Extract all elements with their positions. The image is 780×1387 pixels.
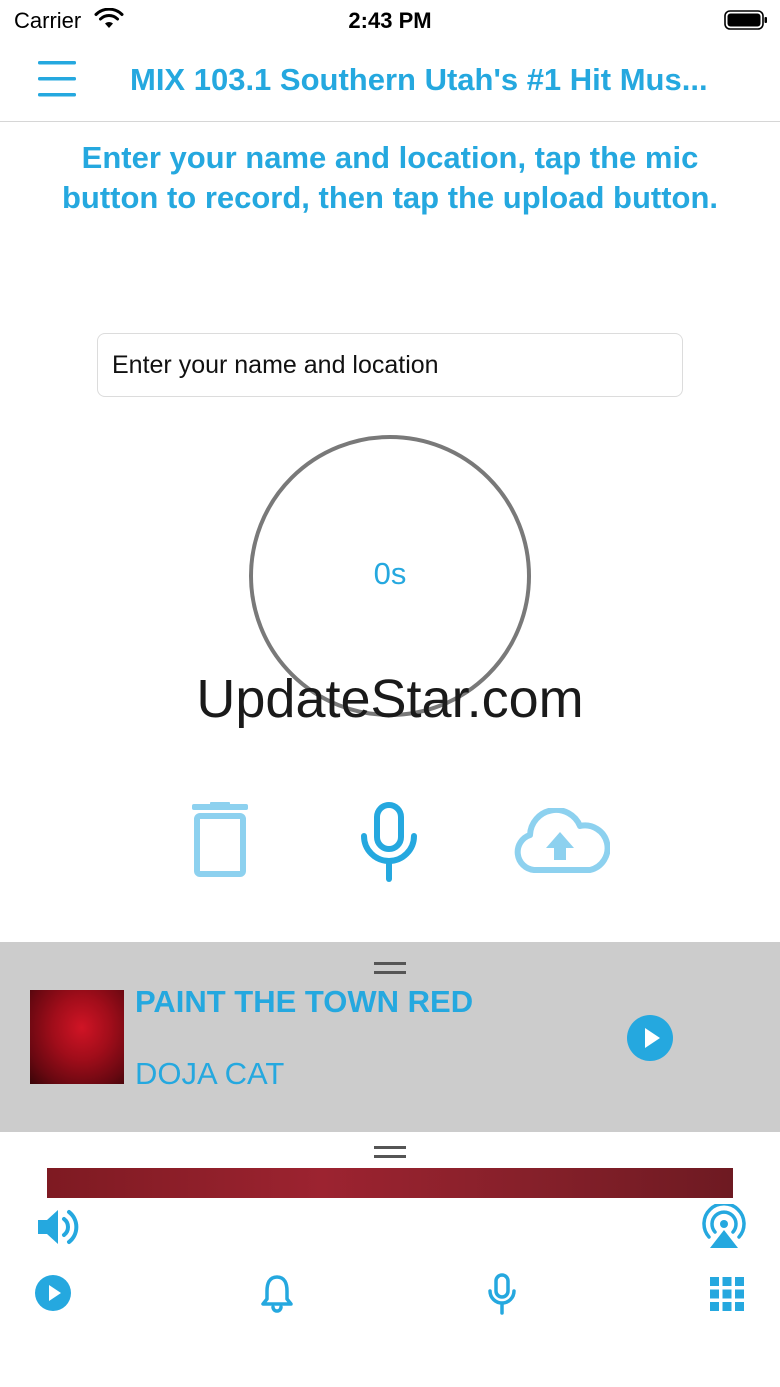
drag-handle-icon[interactable] (374, 1146, 406, 1158)
bell-icon[interactable] (260, 1273, 294, 1313)
instructions-text: Enter your name and location, tap the mi… (61, 140, 719, 215)
hamburger-menu-icon[interactable] (36, 58, 78, 100)
play-circle-icon[interactable] (626, 1014, 674, 1062)
cloud-upload-icon[interactable] (510, 808, 610, 874)
artist-name: DOJA CAT (135, 1056, 285, 1091)
microphone-icon[interactable] (486, 1273, 518, 1315)
drag-handle-icon[interactable] (374, 962, 406, 974)
record-timer: 0s (373, 556, 407, 591)
battery-icon (724, 10, 767, 30)
trash-icon[interactable] (190, 802, 250, 878)
airplay-icon[interactable] (700, 1204, 748, 1250)
song-title: PAINT THE TOWN RED (135, 984, 474, 1019)
now-playing-bar[interactable]: PAINT THE TOWN RED DOJA CAT (0, 942, 780, 1132)
watermark-text: UpdateStar.com (196, 669, 584, 729)
microphone-icon[interactable] (358, 802, 420, 882)
nav-bar: MIX 103.1 Southern Utah's #1 Hit Mus... (0, 40, 780, 122)
play-circle-icon[interactable] (34, 1274, 72, 1312)
grid-icon[interactable] (710, 1277, 744, 1311)
page-title: MIX 103.1 Southern Utah's #1 Hit Mus... (130, 62, 708, 97)
clock-time: 2:43 PM (348, 8, 432, 33)
artwork-banner (47, 1168, 733, 1198)
album-art (30, 990, 124, 1084)
name-location-input[interactable] (97, 333, 683, 397)
status-bar: Carrier 2:43 PM (0, 0, 780, 40)
volume-icon[interactable] (36, 1206, 82, 1248)
